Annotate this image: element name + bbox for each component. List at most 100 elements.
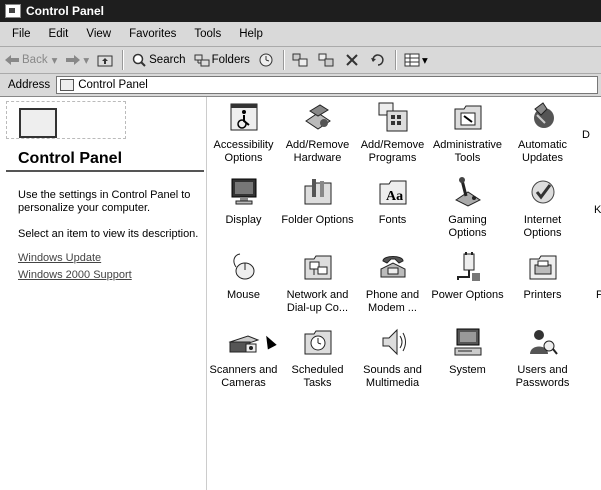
search-icon [132, 53, 146, 67]
item-label: Network and Dial-up Co... [286, 289, 349, 314]
power-icon [452, 251, 484, 283]
menu-favorites[interactable]: Favorites [129, 28, 176, 40]
item-sounds-multimedia[interactable]: Sounds and Multimedia [355, 322, 430, 390]
divider [6, 170, 204, 172]
address-field[interactable]: Control Panel [56, 76, 599, 94]
views-button[interactable]: ▾ [400, 49, 432, 71]
windows-update-link[interactable]: Windows Update [18, 252, 101, 264]
item-label: Printers [523, 289, 562, 301]
item-label: Power Options [431, 289, 504, 301]
mouse-icon [228, 251, 260, 283]
toolbar-separator [122, 50, 125, 70]
item-partial-p[interactable]: P [596, 289, 601, 302]
folders-button[interactable]: Folders [190, 49, 254, 71]
item-label: Display [225, 214, 262, 226]
back-label: Back [22, 54, 48, 66]
scheduled-tasks-icon [302, 326, 334, 358]
copy-to-button[interactable] [314, 49, 340, 71]
back-dropdown-icon[interactable]: ▾ [52, 53, 58, 67]
item-label: Scheduled Tasks [291, 364, 344, 389]
search-button[interactable]: Search [127, 49, 189, 71]
item-system[interactable]: System [430, 322, 505, 377]
item-display[interactable]: Display [206, 172, 281, 227]
menu-edit[interactable]: Edit [49, 28, 69, 40]
network-icon [302, 251, 334, 283]
forward-button[interactable]: ▾ [61, 49, 93, 71]
add-programs-icon [377, 101, 409, 133]
pane-description: Use the settings in Control Panel to per… [18, 189, 191, 214]
item-partial-k[interactable]: K [594, 204, 601, 217]
item-internet-options[interactable]: Internet Options [505, 172, 580, 240]
undo-icon [370, 54, 384, 66]
title-bar: Control Panel [0, 0, 601, 22]
item-label: Fonts [378, 214, 407, 226]
delete-button[interactable] [340, 49, 366, 71]
address-label: Address [8, 79, 51, 91]
menu-tools[interactable]: Tools [194, 28, 221, 40]
item-scheduled-tasks[interactable]: Scheduled Tasks [280, 322, 355, 390]
item-label: Gaming Options [448, 214, 487, 239]
up-button[interactable] [93, 49, 119, 71]
internet-options-icon [527, 176, 559, 208]
add-hardware-icon [302, 101, 334, 133]
menu-view[interactable]: View [86, 28, 111, 40]
item-label: Automatic Updates [518, 139, 567, 164]
system-icon [452, 326, 484, 358]
item-network-dialup[interactable]: Network and Dial-up Co... [280, 247, 355, 315]
address-value: Control Panel [78, 79, 148, 91]
banner-graphic [6, 101, 126, 139]
move-to-button[interactable] [288, 49, 314, 71]
item-label: Scanners and Cameras [209, 364, 278, 389]
back-button[interactable]: Back ▾ [0, 49, 61, 71]
copy-to-icon [318, 53, 334, 67]
item-accessibility-options[interactable]: Accessibility Options [206, 97, 281, 165]
delete-icon [346, 54, 358, 66]
item-printers[interactable]: Printers [505, 247, 580, 302]
item-label: Add/Remove Programs [360, 139, 425, 164]
item-phone-modem[interactable]: Phone and Modem ... [355, 247, 430, 315]
item-label: Folder Options [281, 214, 354, 226]
control-panel-items: Accessibility Options Add/Remove Hardwar… [206, 97, 601, 490]
left-info-pane: Control Panel Use the settings in Contro… [0, 97, 207, 490]
windows-2000-support-link[interactable]: Windows 2000 Support [18, 269, 132, 281]
display-icon [228, 176, 260, 208]
item-label: Phone and Modem ... [365, 289, 420, 314]
menu-file[interactable]: File [12, 28, 31, 40]
gaming-icon [452, 176, 484, 208]
search-label: Search [149, 54, 186, 66]
phone-modem-icon [377, 251, 409, 283]
item-gaming-options[interactable]: Gaming Options [430, 172, 505, 240]
sounds-icon [377, 326, 409, 358]
fonts-icon: Aa [377, 176, 409, 208]
views-dropdown-icon[interactable]: ▾ [422, 53, 428, 67]
item-administrative-tools[interactable]: Administrative Tools [430, 97, 505, 165]
toolbar-separator [394, 50, 397, 70]
item-mouse[interactable]: Mouse [206, 247, 281, 302]
users-icon [527, 326, 559, 358]
folders-label: Folders [211, 54, 250, 66]
item-label: Mouse [226, 289, 261, 301]
control-panel-app-icon [5, 4, 21, 18]
item-partial-d[interactable]: D [582, 129, 601, 142]
item-power-options[interactable]: Power Options [430, 247, 505, 302]
printer-icon [527, 251, 559, 283]
control-panel-large-icon [19, 108, 57, 138]
item-automatic-updates[interactable]: Automatic Updates [505, 97, 580, 165]
menu-bar: File Edit View Favorites Tools Help [0, 22, 601, 47]
item-folder-options[interactable]: Folder Options [280, 172, 355, 227]
folders-icon [194, 54, 210, 67]
toolbar: Back ▾ ▾ Search Folders ▾ [0, 47, 601, 74]
history-button[interactable] [254, 49, 280, 71]
item-label: Internet Options [523, 214, 562, 239]
move-to-icon [292, 53, 308, 67]
item-add-remove-programs[interactable]: Add/Remove Programs [355, 97, 430, 165]
item-add-remove-hardware[interactable]: Add/Remove Hardware [280, 97, 355, 165]
folder-options-icon [302, 176, 334, 208]
pane-hint: Select an item to view its description. [18, 228, 199, 240]
undo-button[interactable] [366, 49, 392, 71]
forward-dropdown-icon[interactable]: ▾ [83, 53, 89, 67]
address-bar: Address Control Panel [0, 74, 601, 97]
item-users-passwords[interactable]: Users and Passwords [505, 322, 580, 390]
menu-help[interactable]: Help [239, 28, 263, 40]
item-fonts[interactable]: Aa Fonts [355, 172, 430, 227]
